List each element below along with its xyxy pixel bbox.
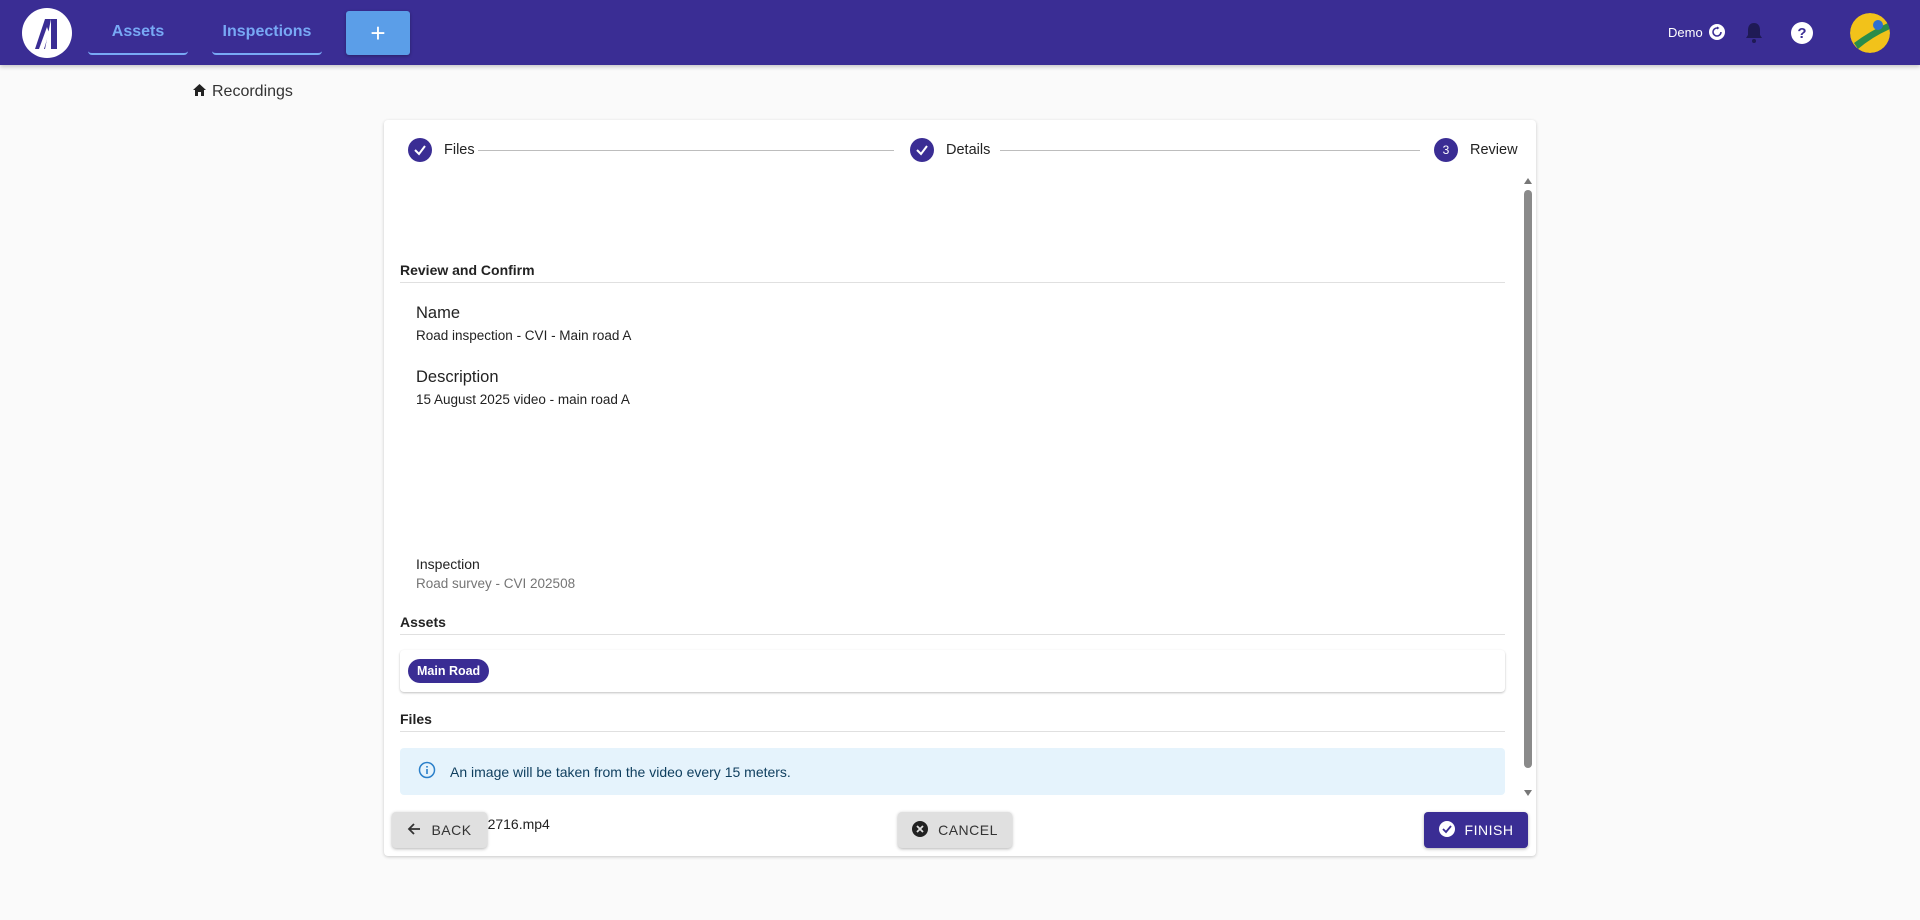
- logo-icon[interactable]: [22, 8, 72, 58]
- assets-title: Assets: [400, 614, 446, 630]
- info-icon: [418, 761, 436, 782]
- cancel-label: CANCEL: [938, 822, 998, 838]
- step-review: 3 Review: [1434, 138, 1518, 162]
- home-icon: [193, 83, 206, 101]
- asset-chip[interactable]: Main Road: [408, 659, 490, 683]
- breadcrumb[interactable]: Recordings: [193, 83, 293, 101]
- inspection-label: Inspection: [416, 556, 480, 572]
- step-details: Details: [910, 138, 990, 162]
- scroll-thumb[interactable]: [1524, 190, 1532, 768]
- step-connector: [1000, 150, 1420, 151]
- info-alert: An image will be taken from the video ev…: [400, 748, 1505, 795]
- check-icon: [408, 138, 432, 162]
- files-title: Files: [400, 711, 432, 727]
- demo-account-switch[interactable]: Demo: [1668, 24, 1725, 40]
- stepper: Files Details 3 Review: [408, 136, 1518, 166]
- step-files: Files: [408, 138, 475, 162]
- avatar[interactable]: [1850, 13, 1890, 53]
- arrow-left-icon: [407, 822, 421, 839]
- breadcrumb-label: Recordings: [212, 83, 293, 100]
- name-label: Name: [416, 304, 461, 322]
- back-button[interactable]: BACK: [392, 812, 487, 848]
- help-icon[interactable]: ?: [1791, 22, 1813, 44]
- review-content: Review and Confirm Name Road inspection …: [400, 170, 1505, 920]
- description-label: Description: [416, 368, 499, 386]
- bell-icon[interactable]: [1744, 20, 1764, 44]
- divider: [400, 634, 1505, 635]
- step-label: Review: [1470, 142, 1518, 158]
- scroll-up-arrow[interactable]: [1524, 178, 1532, 184]
- finish-label: FINISH: [1464, 822, 1514, 838]
- add-button[interactable]: +: [346, 11, 410, 55]
- info-text: An image will be taken from the video ev…: [450, 763, 791, 780]
- scroll-down-arrow[interactable]: [1524, 790, 1532, 796]
- finish-button[interactable]: FINISH: [1424, 812, 1528, 848]
- step-label: Details: [946, 142, 991, 158]
- name-value: Road inspection - CVI - Main road A: [416, 328, 632, 343]
- demo-label: Demo: [1668, 24, 1703, 40]
- description-value: 15 August 2025 video - main road A: [416, 392, 630, 407]
- refresh-icon: [1708, 24, 1725, 40]
- nav-tab-assets[interactable]: Assets: [88, 11, 188, 55]
- wizard-card: Files Details 3 Review Review and Confir…: [384, 120, 1536, 856]
- assets-box: Main Road: [400, 650, 1505, 692]
- divider: [400, 282, 1505, 283]
- step-label: Files: [444, 142, 475, 158]
- inspection-value: Road survey - CVI 202508: [416, 576, 576, 591]
- step-connector: [478, 150, 894, 151]
- cancel-button[interactable]: CANCEL: [898, 812, 1012, 848]
- check-icon: [910, 138, 934, 162]
- step-number: 3: [1434, 138, 1458, 162]
- check-circle-icon: [1438, 820, 1455, 840]
- cancel-circle-icon: [912, 820, 929, 840]
- top-app-bar: Assets Inspections + Demo ?: [0, 0, 1920, 65]
- nav-tab-inspections[interactable]: Inspections: [212, 11, 322, 55]
- review-title: Review and Confirm: [400, 262, 535, 278]
- divider: [400, 731, 1505, 732]
- scrollbar[interactable]: [1523, 178, 1533, 798]
- back-label: BACK: [431, 822, 472, 838]
